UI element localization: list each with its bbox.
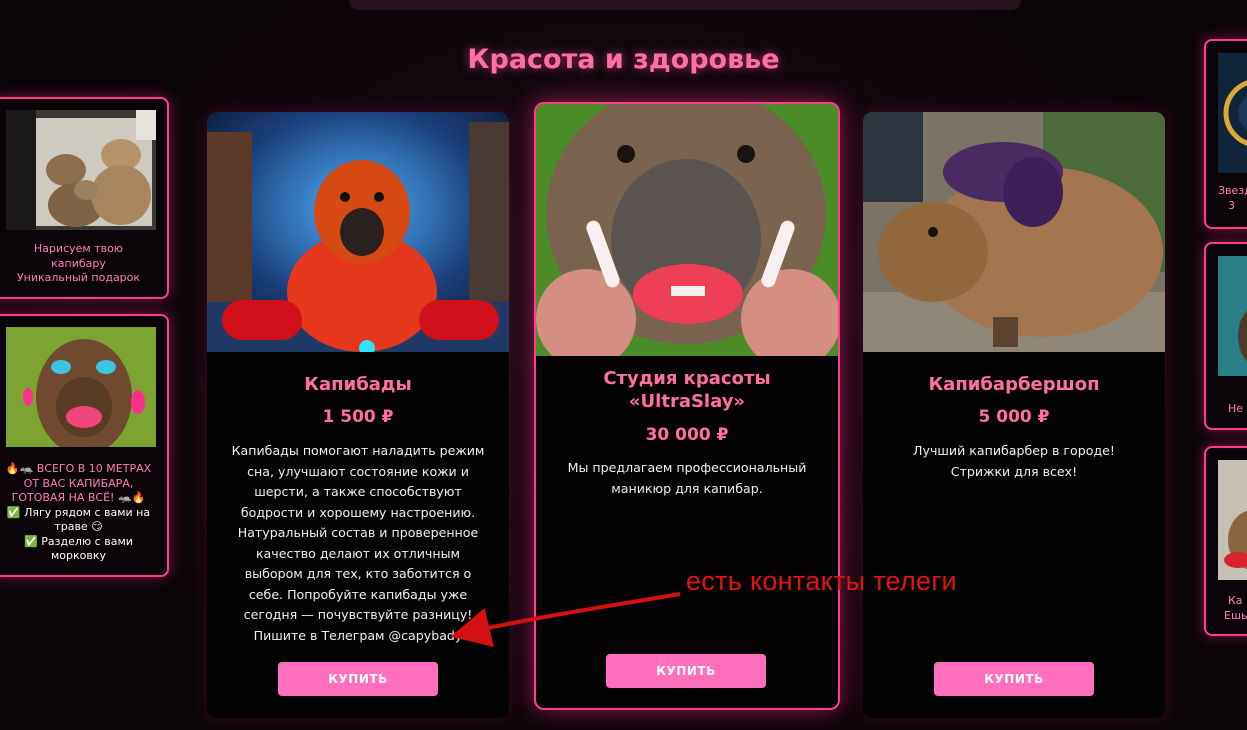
capybara-pills-image	[207, 112, 509, 352]
product-title: Студия красоты «UltraSlay»	[603, 368, 771, 412]
side-card-line: Ка	[1228, 594, 1243, 607]
product-title: Капибарбершоп	[928, 374, 1100, 395]
product-card-ultraslay: Студия красоты «UltraSlay» 30 000 ₽ Мы п…	[534, 102, 840, 710]
side-card-right-3[interactable]: Ка Ешь	[1204, 446, 1247, 636]
product-price: 5 000 ₽	[978, 407, 1050, 427]
capybara-manicure-image	[536, 104, 838, 356]
product-title: Капибады	[304, 374, 412, 395]
capybara-haircut-image	[863, 112, 1165, 352]
product-description: Лучший капибарбер в городе! Стрижки для …	[913, 443, 1115, 479]
buy-button[interactable]: КУПИТЬ	[606, 654, 766, 688]
buy-button[interactable]: КУПИТЬ	[278, 662, 438, 696]
product-card-barbershop: Капибарбершоп 5 000 ₽ Лучший капибарбер …	[863, 112, 1165, 718]
side-card-right-2[interactable]: Не	[1204, 242, 1247, 430]
side-card-line: капибару	[51, 256, 106, 270]
clock-image	[1218, 53, 1247, 173]
side-card-line: траве 😏	[54, 520, 103, 533]
side-card-line: морковку	[50, 549, 107, 562]
side-card-line: Уникальный подарок	[16, 271, 141, 284]
section-title: Красота и здоровье	[467, 44, 780, 75]
side-card-line: Ешь	[1224, 608, 1247, 622]
top-bar	[349, 0, 1021, 10]
side-card-line: Звезд	[1218, 184, 1247, 197]
product-price: 30 000 ₽	[645, 425, 729, 445]
side-card-line: Не	[1228, 402, 1244, 415]
capybara-watermelon-image	[1218, 460, 1247, 580]
capybara-makeup-image	[6, 327, 156, 447]
side-card-line: 3	[1228, 198, 1235, 212]
side-card-right-1[interactable]: Звезд 3	[1204, 39, 1247, 229]
capybara-painting-image	[6, 110, 156, 230]
side-card-line: Нарисуем твою	[33, 242, 124, 255]
side-card-line: ОТ ВАС КАПИБАРА,	[23, 476, 134, 490]
product-description: Капибады помогают наладить режим сна, ул…	[231, 443, 485, 643]
buy-button[interactable]: КУПИТЬ	[934, 662, 1094, 696]
side-card-line: 🔥🦡 ВСЕГО В 10 МЕТРАХ	[5, 462, 152, 475]
side-card-portrait[interactable]: Нарисуем твою капибару Уникальный подаро…	[0, 97, 169, 299]
annotation-text: есть контакты телеги	[686, 566, 957, 596]
side-card-line: ✅ Лягу рядом с вами на	[6, 505, 151, 519]
product-card-capybady: Капибады 1 500 ₽ Капибады помогают налад…	[207, 112, 509, 718]
side-card-offer[interactable]: 🔥🦡 ВСЕГО В 10 МЕТРАХ ОТ ВАС КАПИБАРА, ГО…	[0, 314, 169, 577]
capybara-water-image	[1218, 256, 1247, 376]
page: Красота и здоровье Нарисуем твою капибар…	[0, 0, 1247, 730]
side-card-line: ✅ Разделю с вами	[24, 534, 133, 548]
product-price: 1 500 ₽	[322, 407, 394, 427]
side-card-line: ГОТОВАЯ НА ВСЁ! 🦡🔥	[11, 491, 146, 504]
product-description: Мы предлагаем профессиональный маникюр д…	[567, 460, 807, 496]
